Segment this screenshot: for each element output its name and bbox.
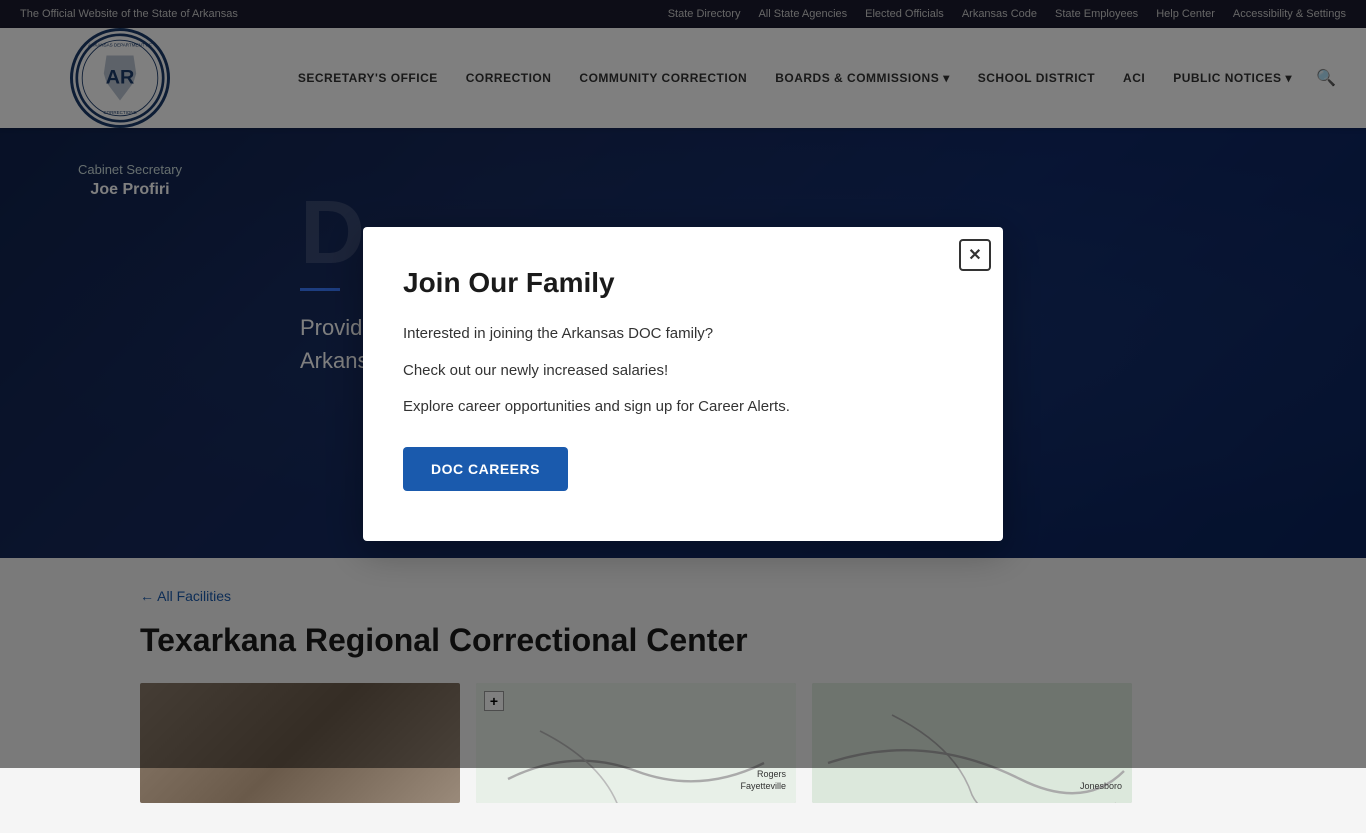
join-family-modal: ✕ Join Our Family Interested in joining … [363,227,1003,541]
modal-body: Interested in joining the Arkansas DOC f… [403,323,963,491]
modal-paragraph-1: Interested in joining the Arkansas DOC f… [403,323,963,346]
modal-paragraph-3: Explore career opportunities and sign up… [403,396,963,419]
doc-careers-button[interactable]: DOC Careers [403,447,568,491]
map-label-2: Jonesboro [1080,780,1122,793]
modal-paragraph-2: Check out our newly increased salaries! [403,360,963,383]
modal-title: Join Our Family [403,267,963,299]
modal-close-button[interactable]: ✕ [959,239,991,271]
map-label-1: Rogers Fayetteville [740,768,786,793]
modal-overlay: ✕ Join Our Family Interested in joining … [0,0,1366,768]
